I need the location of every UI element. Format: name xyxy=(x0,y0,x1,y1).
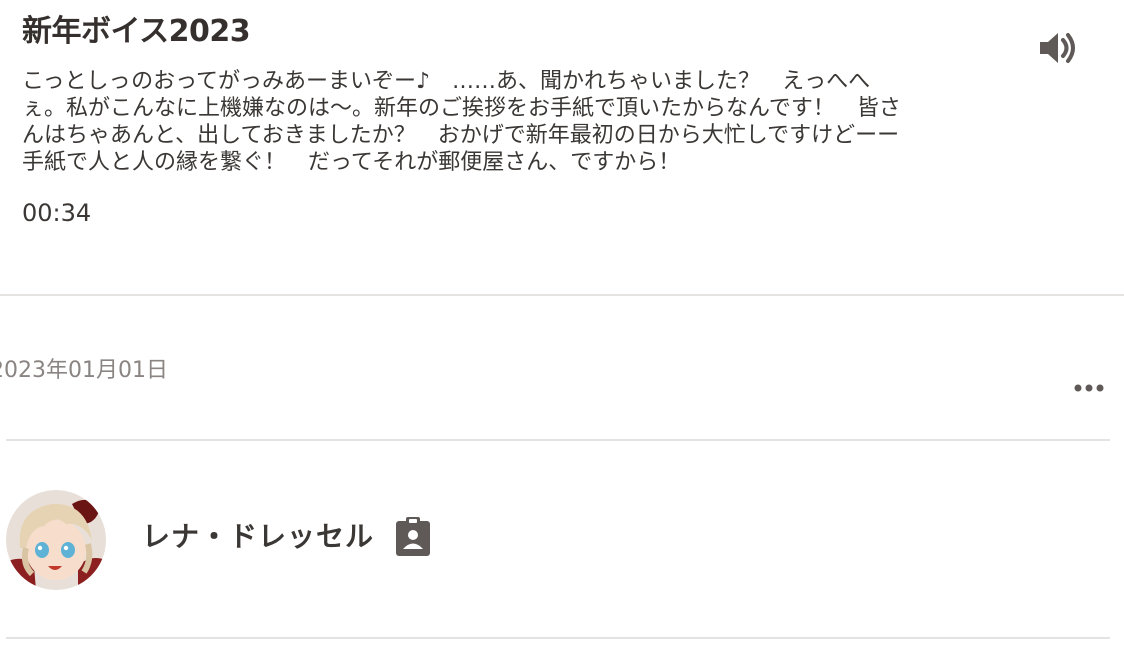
character-avatar[interactable] xyxy=(6,490,106,590)
character-name[interactable]: レナ・ドレッセル xyxy=(142,518,374,556)
voice-transcript: こっとしっのおってがっみあーまいぞー♪ ……あ、聞かれちゃいました？ えっへへ … xyxy=(22,68,1002,176)
character-avatar-image xyxy=(6,490,106,590)
transcript-line: んはちゃあんと、出しておきましたか？ おかげで新年最初の日から大忙しですけどーー xyxy=(22,123,900,148)
post-date: 2023年01月01日 xyxy=(0,358,168,383)
profile-card-icon xyxy=(396,517,430,556)
transcript-line: 手紙で人と人の縁を繋ぐ！ だってそれが郵便屋さん、ですから！ xyxy=(22,150,681,175)
speaker-icon xyxy=(1040,33,1075,63)
voice-title: 新年ボイス2023 xyxy=(22,14,251,49)
transcript-line: こっとしっのおってがっみあーまいぞー♪ ……あ、聞かれちゃいました？ えっへへ xyxy=(22,69,871,94)
profile-button[interactable] xyxy=(394,516,432,558)
divider xyxy=(0,294,1124,296)
more-horizontal-icon xyxy=(1074,384,1104,392)
transcript-line: ぇ。私がこんなに上機嫌なのは〜。新年のご挨拶をお手紙で頂いたからなんです！ 皆さ xyxy=(22,96,901,121)
more-options-button[interactable] xyxy=(1070,374,1110,402)
voice-duration: 00:34 xyxy=(22,199,92,227)
divider xyxy=(6,439,1110,441)
play-voice-button[interactable] xyxy=(1036,26,1080,70)
divider xyxy=(6,637,1110,639)
